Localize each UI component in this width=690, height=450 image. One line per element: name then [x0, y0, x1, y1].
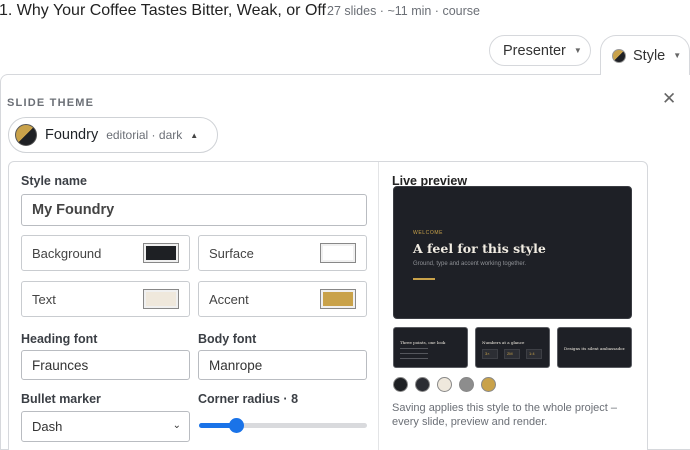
style-name-label: Style name	[21, 174, 88, 188]
accent-color-swatch[interactable]	[320, 289, 356, 309]
chevron-down-icon: ⌄	[172, 420, 181, 431]
style-label: Style	[633, 47, 666, 64]
preview-note: Saving applies this style to the whole p…	[392, 402, 618, 428]
theme-name: Foundry	[45, 127, 99, 143]
preview-kicker: WELCOME	[413, 230, 444, 236]
preview-title: A feel for this style	[413, 241, 546, 256]
style-editor: Style name My Foundry Background Surface…	[8, 161, 648, 450]
style-name-input[interactable]: My Foundry	[21, 194, 367, 226]
bullet-marker-value: Dash	[32, 419, 63, 434]
preview-thumbnail: Three points, one look	[393, 327, 468, 368]
thumbnail-stat-value: 1:4	[529, 351, 535, 356]
deck-meta: 27 slides · ~11 min · course	[327, 4, 480, 18]
deck-title: 1. Why Your Coffee Tastes Bitter, Weak, …	[0, 2, 326, 19]
corner-radius-label: Corner radius · 8	[198, 392, 299, 406]
thumbnail-stat: 3×	[482, 349, 498, 359]
body-font-label: Body font	[198, 332, 257, 346]
corner-radius-slider-thumb[interactable]	[228, 418, 244, 433]
preview-accent-rule	[413, 278, 435, 280]
background-color-field[interactable]: Background	[21, 235, 190, 271]
preview-thumbnail: Numbers at a glance 3× 2M 1:4	[475, 327, 550, 368]
thumbnail-bullet	[400, 348, 428, 349]
presenter-button[interactable]: Presenter ▼	[489, 35, 591, 66]
thumbnail-title: Three points, one look	[400, 340, 446, 345]
presenter-label: Presenter	[503, 42, 566, 59]
theme-selector[interactable]: Foundry editorial · dark ▲	[8, 117, 218, 153]
chevron-down-icon: ▼	[573, 46, 582, 55]
style-button[interactable]: Style ▼	[600, 35, 690, 75]
surface-color-field[interactable]: Surface	[198, 235, 367, 271]
palette-swatch	[415, 377, 430, 392]
background-color-swatch[interactable]	[143, 243, 179, 263]
close-icon[interactable]: ✕	[662, 89, 676, 109]
thumbnail-stat-value: 3×	[485, 351, 490, 356]
accent-color-field[interactable]: Accent	[198, 281, 367, 317]
thumbnail-stat: 1:4	[526, 349, 542, 359]
thumbnail-stat-value: 2M	[507, 351, 513, 356]
surface-color-swatch[interactable]	[320, 243, 356, 263]
live-preview-slide: WELCOME A feel for this style Ground, ty…	[393, 186, 632, 319]
thumbnail-bullet	[400, 353, 428, 354]
palette-swatch	[437, 377, 452, 392]
accent-color-label: Accent	[209, 291, 249, 307]
text-color-label: Text	[32, 291, 56, 307]
theme-subtitle: editorial · dark	[106, 128, 183, 142]
heading-font-input[interactable]: Fraunces	[21, 350, 190, 380]
surface-color-label: Surface	[209, 245, 254, 261]
bullet-marker-select[interactable]: Dash ⌄	[21, 411, 190, 442]
preview-subtitle: Ground, type and accent working together…	[413, 261, 527, 267]
text-color-field[interactable]: Text	[21, 281, 190, 317]
chevron-up-icon: ▲	[190, 130, 199, 140]
panel-heading: SLIDE THEME	[7, 97, 95, 109]
body-font-input[interactable]: Manrope	[198, 350, 367, 380]
column-divider	[378, 162, 379, 450]
palette-swatch	[393, 377, 408, 392]
palette-swatch	[459, 377, 474, 392]
thumbnail-title: Numbers at a glance	[482, 340, 525, 345]
background-color-label: Background	[32, 245, 102, 261]
thumbnail-bullet	[400, 358, 428, 359]
slide-theme-panel: SLIDE THEME ✕ Foundry editorial · dark ▲…	[0, 74, 690, 450]
thumbnail-stat: 2M	[504, 349, 520, 359]
chevron-down-icon: ▼	[673, 51, 682, 60]
palette-swatch	[481, 377, 496, 392]
theme-swatch-icon	[612, 48, 626, 63]
theme-swatch-icon	[15, 124, 37, 146]
heading-font-label: Heading font	[21, 332, 98, 346]
bullet-marker-label: Bullet marker	[21, 392, 101, 406]
preview-thumbnail: Designs its silent ambassador.	[557, 327, 632, 368]
thumbnail-title: Designs its silent ambassador.	[564, 346, 626, 351]
text-color-swatch[interactable]	[143, 289, 179, 309]
